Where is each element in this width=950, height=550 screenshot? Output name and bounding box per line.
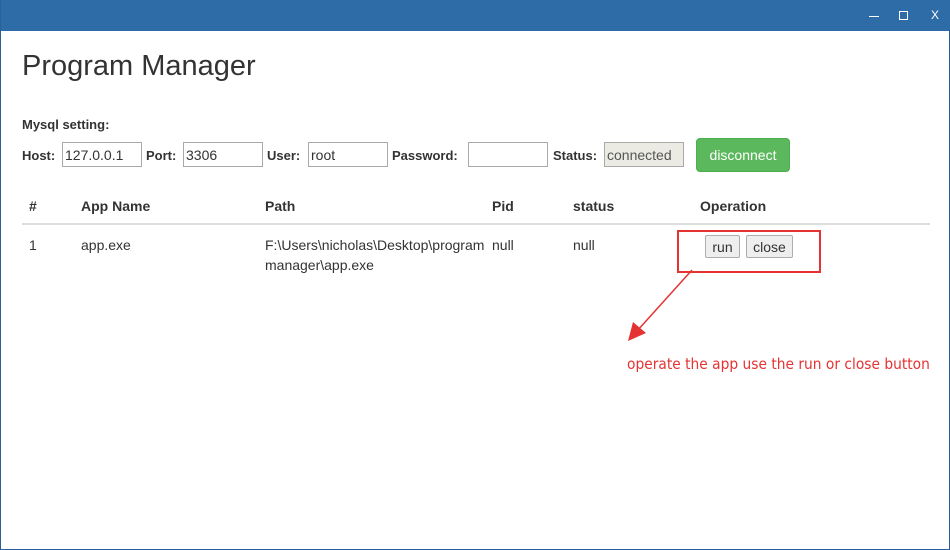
column-header-path: Path: [265, 198, 296, 214]
app-window: X Program Manager Mysql setting: Host: P…: [0, 0, 950, 550]
title-bar: X: [1, 0, 950, 31]
password-label: Password:: [392, 148, 458, 163]
maximize-button[interactable]: [888, 0, 920, 31]
column-header-status: status: [573, 198, 615, 214]
host-label: Host:: [22, 148, 56, 163]
status-field: [604, 142, 684, 167]
annotation-text: operate the app use the run or close but…: [627, 355, 930, 373]
row-pid: null: [492, 237, 514, 253]
minimize-button[interactable]: [858, 0, 890, 31]
mysql-settings-form: Host: Port: User: Password: Status: disc…: [22, 138, 922, 172]
column-header-pid: Pid: [492, 198, 514, 214]
mysql-settings-heading: Mysql setting:: [22, 117, 110, 132]
table-header: # App Name Path Pid status Operation: [22, 187, 930, 225]
row-path: F:\Users\nicholas\Desktop\program manage…: [265, 237, 485, 273]
column-header-app-name: App Name: [81, 198, 151, 214]
minimize-icon: [869, 16, 879, 17]
row-index: 1: [29, 237, 37, 253]
host-input[interactable]: [62, 142, 142, 167]
status-label: Status:: [553, 148, 598, 163]
column-header-index: #: [29, 198, 37, 214]
close-window-button[interactable]: X: [919, 0, 950, 31]
maximize-icon: [899, 11, 908, 20]
disconnect-button[interactable]: disconnect: [696, 138, 790, 172]
run-button[interactable]: run: [705, 235, 740, 258]
user-label: User:: [267, 148, 301, 163]
port-label: Port:: [146, 148, 177, 163]
password-input[interactable]: [468, 142, 548, 167]
row-status: null: [573, 237, 595, 253]
close-icon: X: [930, 8, 939, 22]
port-input[interactable]: [183, 142, 263, 167]
table-row: 1 app.exe F:\Users\nicholas\Desktop\prog…: [22, 225, 930, 280]
row-app-name: app.exe: [81, 237, 131, 253]
close-app-button[interactable]: close: [746, 235, 793, 258]
program-table: # App Name Path Pid status Operation 1 a…: [22, 187, 930, 280]
user-input[interactable]: [308, 142, 388, 167]
column-header-operation: Operation: [700, 198, 767, 214]
page-title: Program Manager: [22, 50, 256, 82]
annotation-arrow-head: [628, 322, 646, 341]
